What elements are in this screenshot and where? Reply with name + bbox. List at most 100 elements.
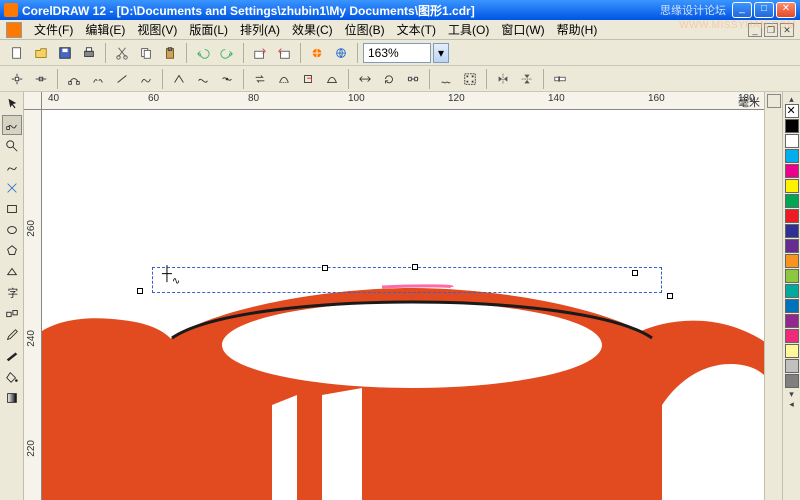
- swatch[interactable]: [785, 224, 799, 238]
- text-tool[interactable]: 字: [2, 283, 22, 303]
- menu-file[interactable]: 文件(F): [28, 19, 79, 40]
- to-line-button[interactable]: [111, 68, 133, 90]
- swatch[interactable]: [785, 239, 799, 253]
- menu-help[interactable]: 帮助(H): [551, 19, 604, 40]
- zoom-dropdown-button[interactable]: ▾: [433, 43, 449, 63]
- palette-flyout[interactable]: ◂: [785, 399, 799, 409]
- maximize-button[interactable]: □: [754, 2, 774, 18]
- drawing-canvas[interactable]: ┼∿: [42, 110, 764, 500]
- reverse-direction-button[interactable]: [249, 68, 271, 90]
- swatch[interactable]: [785, 254, 799, 268]
- new-button[interactable]: [6, 42, 28, 64]
- import-button[interactable]: [249, 42, 271, 64]
- symmetric-node-button[interactable]: [216, 68, 238, 90]
- swatch[interactable]: [785, 179, 799, 193]
- smart-draw-tool[interactable]: [2, 178, 22, 198]
- outline-tool[interactable]: [2, 346, 22, 366]
- swatch[interactable]: [785, 194, 799, 208]
- close-button[interactable]: ✕: [776, 2, 796, 18]
- redo-button[interactable]: [216, 42, 238, 64]
- swatch[interactable]: [785, 284, 799, 298]
- swatch[interactable]: [785, 119, 799, 133]
- basic-shapes-tool[interactable]: [2, 262, 22, 282]
- rotate-nodes-button[interactable]: [378, 68, 400, 90]
- freehand-tool[interactable]: [2, 157, 22, 177]
- corel-online-button[interactable]: [330, 42, 352, 64]
- swatch[interactable]: [785, 269, 799, 283]
- rectangle-tool[interactable]: [2, 199, 22, 219]
- vertical-ruler[interactable]: 260 240 220: [24, 110, 42, 500]
- elastic-mode-button[interactable]: [435, 68, 457, 90]
- break-node-button[interactable]: [87, 68, 109, 90]
- extract-subpath-button[interactable]: [297, 68, 319, 90]
- zoom-tool[interactable]: [2, 136, 22, 156]
- swatch[interactable]: [785, 329, 799, 343]
- ruler-origin[interactable]: [24, 92, 42, 110]
- curve-smoothness-button[interactable]: [549, 68, 571, 90]
- app-launcher-button[interactable]: [306, 42, 328, 64]
- swatch[interactable]: [785, 374, 799, 388]
- export-button[interactable]: [273, 42, 295, 64]
- swatch[interactable]: [785, 344, 799, 358]
- save-button[interactable]: [54, 42, 76, 64]
- undo-button[interactable]: [192, 42, 214, 64]
- window-titlebar: CorelDRAW 12 - [D:\Documents and Setting…: [0, 0, 800, 20]
- swatch[interactable]: [785, 314, 799, 328]
- to-curve-button[interactable]: [135, 68, 157, 90]
- zoom-input[interactable]: [363, 43, 431, 63]
- palette-scroll-down[interactable]: ▾: [785, 389, 799, 399]
- add-node-button[interactable]: [6, 68, 28, 90]
- paste-button[interactable]: [159, 42, 181, 64]
- polygon-tool[interactable]: [2, 241, 22, 261]
- menu-bitmaps[interactable]: 位图(B): [339, 19, 391, 40]
- menu-text[interactable]: 文本(T): [391, 19, 442, 40]
- palette-scroll-up[interactable]: ▴: [785, 94, 799, 104]
- swatch[interactable]: [785, 134, 799, 148]
- stretch-nodes-button[interactable]: [354, 68, 376, 90]
- swatch[interactable]: [785, 359, 799, 373]
- select-all-nodes-button[interactable]: [459, 68, 481, 90]
- menu-edit[interactable]: 编辑(E): [79, 19, 131, 40]
- swatch[interactable]: [785, 164, 799, 178]
- menu-effects[interactable]: 效果(C): [286, 19, 339, 40]
- curve-node[interactable]: [412, 264, 418, 270]
- auto-close-button[interactable]: [321, 68, 343, 90]
- curve-node[interactable]: [667, 293, 673, 299]
- swatch-none[interactable]: [785, 104, 799, 118]
- app-menu-icon[interactable]: [6, 22, 22, 38]
- interactive-blend-tool[interactable]: [2, 304, 22, 324]
- copy-button[interactable]: [135, 42, 157, 64]
- join-nodes-button[interactable]: [63, 68, 85, 90]
- docker-toggle-button[interactable]: [767, 94, 781, 108]
- curve-node[interactable]: [137, 288, 143, 294]
- shape-tool[interactable]: [2, 115, 22, 135]
- reflect-v-button[interactable]: [516, 68, 538, 90]
- pick-tool[interactable]: [2, 94, 22, 114]
- delete-node-button[interactable]: [30, 68, 52, 90]
- curve-node[interactable]: [322, 265, 328, 271]
- swatch[interactable]: [785, 209, 799, 223]
- interactive-fill-tool[interactable]: [2, 388, 22, 408]
- menu-window[interactable]: 窗口(W): [495, 19, 550, 40]
- reflect-h-button[interactable]: [492, 68, 514, 90]
- menu-tools[interactable]: 工具(O): [442, 19, 495, 40]
- curve-node[interactable]: [632, 270, 638, 276]
- open-button[interactable]: [30, 42, 52, 64]
- extend-curve-button[interactable]: [273, 68, 295, 90]
- horizontal-ruler[interactable]: 40 60 80 100 120 140 160 180: [42, 92, 764, 110]
- ellipse-tool[interactable]: [2, 220, 22, 240]
- swatch[interactable]: [785, 299, 799, 313]
- menu-arrange[interactable]: 排列(A): [234, 19, 286, 40]
- artwork-trophy: [42, 170, 764, 500]
- menu-layout[interactable]: 版面(L): [183, 19, 234, 40]
- minimize-button[interactable]: _: [732, 2, 752, 18]
- swatch[interactable]: [785, 149, 799, 163]
- align-nodes-button[interactable]: [402, 68, 424, 90]
- smooth-node-button[interactable]: [192, 68, 214, 90]
- print-button[interactable]: [78, 42, 100, 64]
- fill-tool[interactable]: [2, 367, 22, 387]
- eyedropper-tool[interactable]: [2, 325, 22, 345]
- cut-button[interactable]: [111, 42, 133, 64]
- cusp-node-button[interactable]: [168, 68, 190, 90]
- menu-view[interactable]: 视图(V): [131, 19, 183, 40]
